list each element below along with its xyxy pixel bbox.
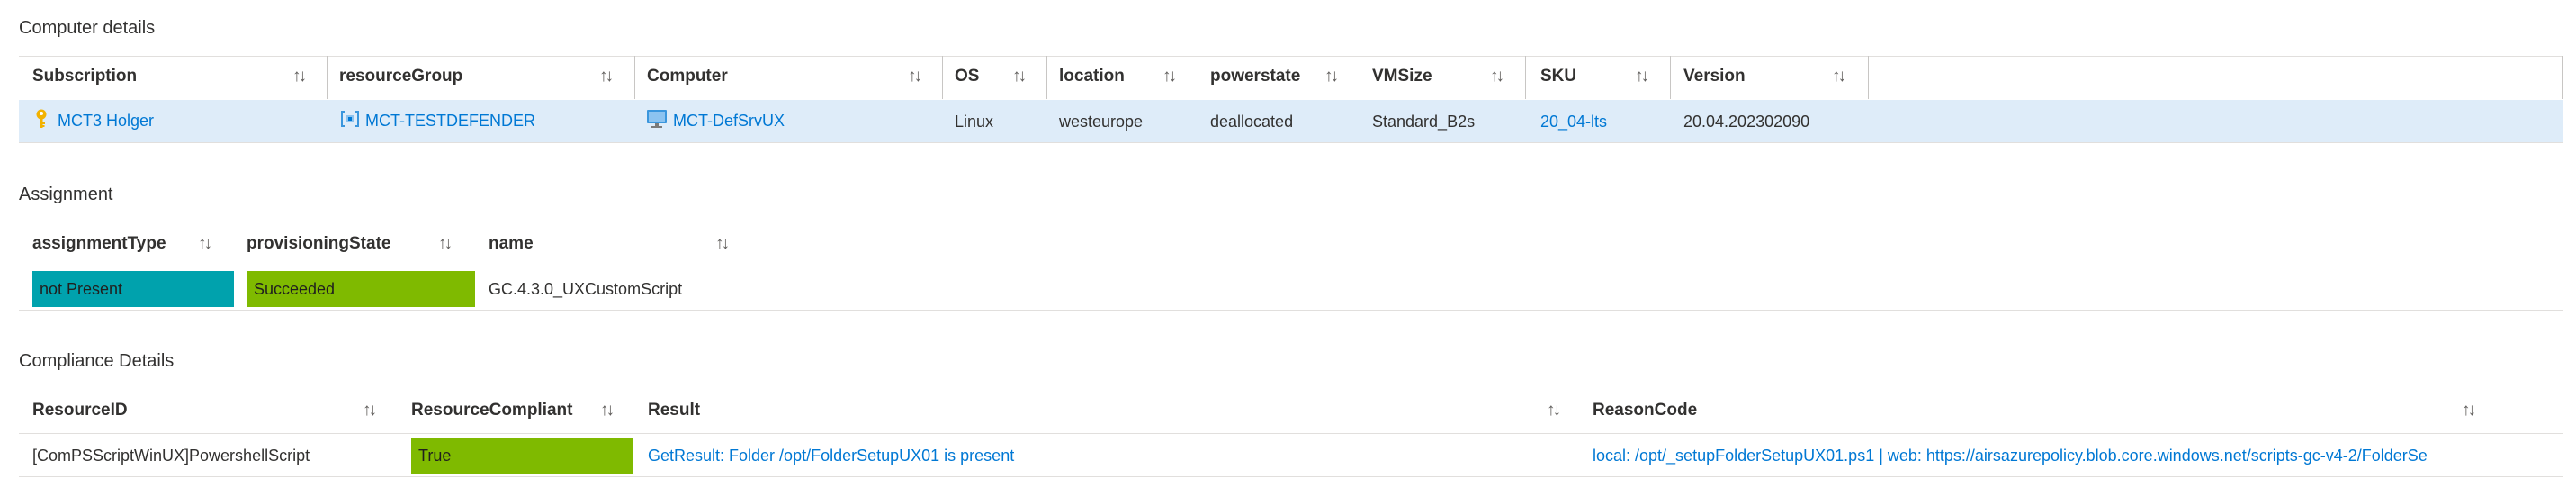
column-divider: [634, 56, 635, 99]
col-header-computer[interactable]: Computer: [647, 67, 728, 86]
column-divider: [2562, 56, 2563, 99]
computer-header-top-border: [19, 56, 2563, 57]
resource-compliant-badge: True: [411, 438, 633, 474]
provisioning-state-badge: Succeeded: [247, 271, 475, 307]
os-value: Linux: [955, 113, 994, 131]
column-divider: [1046, 56, 1047, 99]
col-header-provisioningstate[interactable]: provisioningState: [247, 234, 390, 254]
col-header-os[interactable]: OS: [955, 67, 979, 86]
sort-location-icon[interactable]: ↑↓: [1162, 67, 1177, 86]
result-link[interactable]: GetResult: Folder /opt/FolderSetupUX01 i…: [648, 447, 1014, 465]
col-header-result[interactable]: Result: [648, 401, 700, 420]
col-header-name[interactable]: name: [489, 234, 534, 254]
column-divider: [1868, 56, 1869, 99]
sort-result-icon[interactable]: ↑↓: [1547, 401, 1561, 420]
powerstate-value: deallocated: [1210, 113, 1294, 131]
sort-name-icon[interactable]: ↑↓: [715, 234, 730, 254]
column-divider: [327, 56, 328, 99]
location-value: westeurope: [1059, 113, 1144, 131]
col-header-assignmenttype[interactable]: assignmentType: [32, 234, 166, 254]
sort-computer-icon[interactable]: ↑↓: [908, 67, 922, 86]
sort-resourcegroup-icon[interactable]: ↑↓: [599, 67, 614, 86]
sort-vmsize-icon[interactable]: ↑↓: [1490, 67, 1504, 86]
sort-subscription-icon[interactable]: ↑↓: [292, 67, 307, 86]
col-header-vmsize[interactable]: VMSize: [1372, 67, 1432, 86]
assignment-type-badge: not Present: [32, 271, 234, 307]
subscription-link[interactable]: MCT3 Holger: [58, 112, 154, 131]
col-header-sku[interactable]: SKU: [1540, 67, 1576, 86]
assignment-title: Assignment: [19, 185, 113, 204]
sort-version-icon[interactable]: ↑↓: [1832, 67, 1846, 86]
resource-group-icon: [340, 110, 360, 132]
col-header-resourcecompliant[interactable]: ResourceCompliant: [411, 401, 572, 420]
sort-resourceid-icon[interactable]: ↑↓: [363, 401, 377, 420]
col-header-subscription[interactable]: Subscription: [32, 67, 137, 86]
col-header-reasoncode[interactable]: ReasonCode: [1593, 401, 1697, 420]
col-header-location[interactable]: location: [1059, 67, 1125, 86]
computer-link[interactable]: MCT-DefSrvUX: [673, 112, 785, 131]
virtual-machine-icon: [646, 109, 668, 133]
col-header-version[interactable]: Version: [1683, 67, 1746, 86]
col-header-resourcegroup[interactable]: resourceGroup: [339, 67, 462, 86]
computer-details-title: Computer details: [19, 18, 156, 38]
column-divider: [942, 56, 943, 99]
col-header-powerstate[interactable]: powerstate: [1210, 67, 1300, 86]
resource-group-link[interactable]: MCT-TESTDEFENDER: [365, 112, 535, 131]
version-value: 20.04.202302090: [1683, 113, 1810, 131]
col-header-resourceid[interactable]: ResourceID: [32, 401, 128, 420]
compliance-details-title: Compliance Details: [19, 351, 175, 371]
sort-sku-icon[interactable]: ↑↓: [1635, 67, 1649, 86]
sort-assignmenttype-icon[interactable]: ↑↓: [198, 234, 212, 254]
sort-reasoncode-icon[interactable]: ↑↓: [2462, 401, 2476, 420]
sort-provisioningstate-icon[interactable]: ↑↓: [438, 234, 453, 254]
sku-link[interactable]: 20_04-lts: [1540, 113, 1607, 131]
sort-os-icon[interactable]: ↑↓: [1012, 67, 1027, 86]
key-icon: [34, 109, 49, 133]
assignment-name-value: GC.4.3.0_UXCustomScript: [489, 280, 683, 298]
sort-powerstate-icon[interactable]: ↑↓: [1324, 67, 1339, 86]
sort-resourcecompliant-icon[interactable]: ↑↓: [600, 401, 615, 420]
resource-id-value: [ComPSScriptWinUX]PowershellScript: [32, 447, 310, 465]
column-divider: [1525, 56, 1526, 99]
vmsize-value: Standard_B2s: [1372, 113, 1476, 131]
column-divider: [1670, 56, 1671, 99]
reason-code-link[interactable]: local: /opt/_setupFolderSetupUX01.ps1 | …: [1593, 447, 2428, 465]
